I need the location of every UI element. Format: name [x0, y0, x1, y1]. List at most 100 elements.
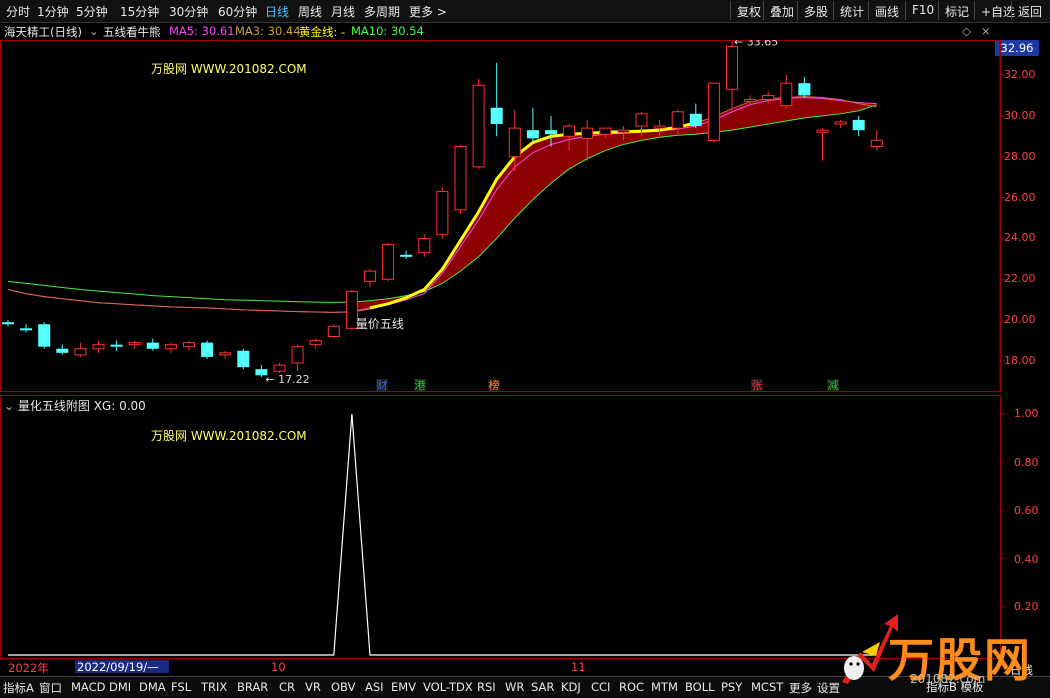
candle-body	[762, 94, 775, 101]
indicator-tab[interactable]: BOLL	[685, 680, 715, 694]
candle-body	[20, 328, 33, 331]
sub-ytick: 0.60	[1014, 504, 1039, 517]
indicator-tab[interactable]: 更多	[789, 680, 812, 696]
indicator-tab[interactable]: KDJ	[561, 680, 581, 694]
indicator-tab[interactable]: WR	[505, 680, 524, 694]
candle-body	[653, 125, 666, 129]
draw-line-button[interactable]: 画线	[868, 1, 905, 20]
event-marker: 财	[377, 378, 388, 392]
restore-rights-button[interactable]: 复权	[730, 1, 767, 20]
indicator-tab[interactable]: 窗口	[39, 680, 62, 696]
statistics-button[interactable]: 统计	[833, 1, 870, 20]
overlay-button[interactable]: 叠加	[763, 1, 800, 20]
candle-body	[816, 129, 829, 133]
price-tick-label: 32.00	[1004, 68, 1036, 81]
period-toolbar: 分时 1分钟 5分钟 15分钟 30分钟 60分钟 日线 周线 月线 多周期 更…	[0, 0, 1050, 23]
price-tick-label: 24.00	[1004, 231, 1036, 245]
ma5-label: MA5: 30.61	[169, 24, 235, 38]
candle-body	[581, 127, 594, 139]
gold-line-label: 黄金线: -	[299, 25, 346, 39]
period-tab-30min[interactable]: 30分钟	[169, 3, 208, 20]
indicator-tab[interactable]: 指标A	[3, 680, 34, 696]
candle-body	[400, 254, 413, 257]
period-tab-more[interactable]: 更多 >	[409, 3, 447, 20]
indicator-dropdown-icon[interactable]: ⌄	[89, 24, 99, 40]
f10-button[interactable]: F10	[905, 1, 940, 20]
candle-body	[545, 130, 557, 135]
indicator-tab[interactable]: ROC	[619, 680, 644, 694]
mark-button[interactable]: 标记	[938, 1, 975, 20]
period-tab-1min[interactable]: 1分钟	[37, 3, 69, 20]
indicator-tab[interactable]: TRIX	[201, 680, 227, 694]
indicator-tab[interactable]: CR	[279, 680, 295, 694]
price-tick-label: 26.00	[1004, 190, 1036, 204]
indicator-tab[interactable]: OBV	[331, 680, 355, 694]
candle-body	[689, 113, 702, 127]
candle-body	[563, 125, 576, 137]
event-marker: 港	[415, 379, 426, 392]
candle-body	[327, 325, 340, 337]
period-tab-fenshi[interactable]: 分时	[6, 3, 30, 20]
logo-url: 201082.com	[910, 672, 986, 686]
candle-body	[798, 83, 811, 96]
candle-body	[110, 344, 123, 347]
indicator-tab[interactable]: CCI	[591, 680, 610, 694]
indicator-tab[interactable]: SAR	[531, 680, 554, 694]
candlestick-chart[interactable]: ← 33.65 ← 17.22 量价五线财 港 榜 张 减	[0, 40, 1050, 392]
indicator-tab[interactable]: MCST	[751, 680, 783, 694]
candle-body	[201, 342, 214, 357]
indicator-tab[interactable]: VOL-TDX	[423, 680, 473, 694]
close-icon[interactable]: ×	[981, 24, 991, 40]
high-price-label: ← 33.65	[734, 40, 778, 48]
period-tab-60min[interactable]: 60分钟	[218, 3, 257, 20]
month-label-10: 10	[271, 660, 286, 674]
indicator-name[interactable]: 五线看牛熊	[103, 24, 161, 40]
price-tick-label: 20.00	[1004, 313, 1036, 327]
ma10-label: MA10: 30.54	[351, 24, 424, 38]
event-marker: 张	[752, 379, 763, 392]
period-tab-weekly[interactable]: 周线	[298, 3, 322, 20]
back-button[interactable]: 返回	[1011, 1, 1048, 20]
candle-body	[635, 113, 648, 127]
indicator-tab[interactable]: VR	[305, 680, 321, 694]
diamond-icon[interactable]: ◇	[962, 24, 971, 40]
indicator-tab[interactable]: FSL	[171, 680, 191, 694]
period-tab-5min[interactable]: 5分钟	[76, 3, 108, 20]
stock-title: 海天精工(日线)	[4, 25, 82, 39]
indicator-tab[interactable]: DMA	[139, 680, 166, 694]
multi-stock-button[interactable]: 多股	[797, 1, 834, 20]
indicator-tab[interactable]: EMV	[391, 680, 416, 694]
event-marker: 减	[828, 379, 839, 392]
signal-label: 量价五线	[356, 317, 404, 331]
indicator-tab[interactable]: BRAR	[237, 680, 268, 694]
period-tab-multi[interactable]: 多周期	[364, 3, 400, 20]
candle-body	[291, 346, 304, 364]
candle-body	[870, 139, 883, 148]
candle-body	[146, 342, 159, 349]
indicator-tab[interactable]: MTM	[651, 680, 678, 694]
period-tab-daily[interactable]: 日线	[265, 3, 289, 20]
sub-ytick: 0.40	[1014, 553, 1039, 566]
candle-body	[382, 244, 395, 280]
low-price-label: ← 17.22	[265, 373, 309, 386]
period-tab-monthly[interactable]: 月线	[331, 3, 355, 20]
indicator-tab[interactable]: RSI	[477, 680, 496, 694]
candle-body	[599, 127, 612, 135]
indicator-tab[interactable]: PSY	[721, 680, 742, 694]
sub-ytick: 0.80	[1014, 456, 1039, 469]
indicator-tab[interactable]: MACD	[71, 680, 105, 694]
candle-body	[74, 348, 87, 356]
candle-body	[508, 127, 521, 158]
candle-body	[309, 340, 322, 346]
month-label-11: 11	[571, 660, 586, 674]
candle-body	[707, 82, 720, 141]
candle-body	[454, 146, 467, 211]
indicator-tab[interactable]: ASI	[365, 680, 384, 694]
candle-body	[38, 324, 51, 347]
ma3-label: MA3: 30.44	[235, 24, 301, 38]
price-tick-label: 18.00	[1004, 354, 1036, 367]
period-tab-15min[interactable]: 15分钟	[120, 3, 159, 20]
candle-body	[164, 344, 177, 350]
price-tick-label: 28.00	[1004, 149, 1036, 163]
indicator-tab[interactable]: DMI	[109, 680, 131, 694]
